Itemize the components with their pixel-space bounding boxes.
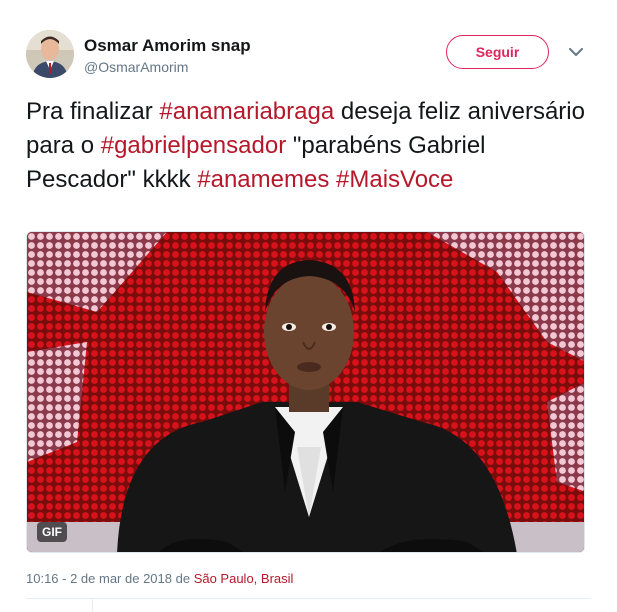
location-link[interactable]: São Paulo, Brasil xyxy=(194,571,294,586)
timestamp[interactable]: 10:16 - 2 de mar de 2018 de xyxy=(26,571,194,586)
follow-button[interactable]: Seguir xyxy=(446,35,549,69)
hashtag-link[interactable]: #anamemes xyxy=(197,166,329,193)
hashtag-link[interactable]: #gabrielpensador xyxy=(101,132,286,159)
user-handle[interactable]: @OsmarAmorim xyxy=(84,59,188,75)
hashtag-link[interactable]: #MaisVoce xyxy=(336,166,453,193)
tweet-text: Pra finalizar #anamariabraga deseja feli… xyxy=(26,95,586,197)
text-segment xyxy=(329,166,336,193)
avatar[interactable] xyxy=(26,30,74,78)
chevron-down-icon[interactable] xyxy=(566,44,586,60)
divider xyxy=(26,598,591,599)
display-name[interactable]: Osmar Amorim snap xyxy=(84,36,251,56)
tweet-header: Osmar Amorim snap @OsmarAmorim Seguir xyxy=(26,30,591,82)
gif-media[interactable]: GIF xyxy=(26,231,585,553)
tweet-meta: 10:16 - 2 de mar de 2018 de São Paulo, B… xyxy=(26,571,293,586)
hashtag-link[interactable]: #anamariabraga xyxy=(159,98,334,125)
divider xyxy=(92,598,93,612)
tweet-card: Osmar Amorim snap @OsmarAmorim Seguir Pr… xyxy=(0,0,617,612)
gif-badge: GIF xyxy=(37,522,67,542)
text-segment: Pra finalizar xyxy=(26,98,160,125)
